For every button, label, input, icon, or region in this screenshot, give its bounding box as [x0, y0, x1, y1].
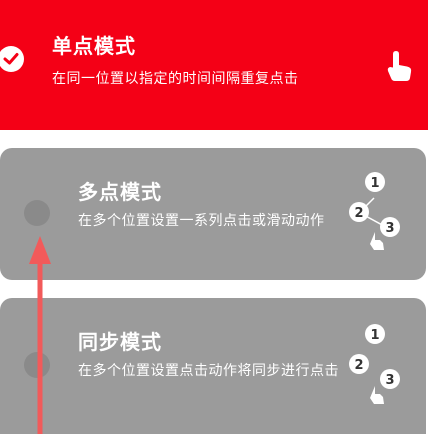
selected-check-icon	[0, 46, 24, 72]
radio-button[interactable]	[24, 352, 50, 378]
marker-3: 3	[385, 221, 394, 236]
mode-card-single-point[interactable]: 单点模式 在同一位置以指定的时间间隔重复点击	[0, 0, 428, 130]
multi-tap-hand-icon: 1 2 3	[344, 170, 408, 264]
mode-card-sync[interactable]: 同步模式 在多个位置设置点击动作将同步进行点击 1 2 3	[0, 298, 426, 434]
marker-1: 1	[370, 176, 379, 191]
mode-description: 在同一位置以指定的时间间隔重复点击	[52, 71, 299, 87]
mode-title: 同步模式	[78, 330, 162, 354]
radio-button[interactable]	[24, 200, 50, 226]
mode-title: 单点模式	[52, 34, 136, 58]
single-tap-hand-icon	[385, 50, 417, 86]
marker-1: 1	[370, 328, 379, 343]
mode-title: 多点模式	[78, 180, 162, 204]
marker-2: 2	[354, 206, 363, 221]
marker-3: 3	[385, 373, 394, 388]
marker-2: 2	[354, 358, 363, 373]
mode-selection-screen: 单点模式 在同一位置以指定的时间间隔重复点击 多点模式 在多个位置设置一系列点击…	[0, 0, 428, 434]
mode-card-multi-point[interactable]: 多点模式 在多个位置设置一系列点击或滑动动作 1 2 3	[0, 148, 426, 280]
mode-description: 在多个位置设置点击动作将同步进行点击	[78, 363, 339, 379]
sync-tap-hand-icon: 1 2 3	[344, 322, 408, 416]
mode-description: 在多个位置设置一系列点击或滑动动作	[78, 213, 325, 229]
